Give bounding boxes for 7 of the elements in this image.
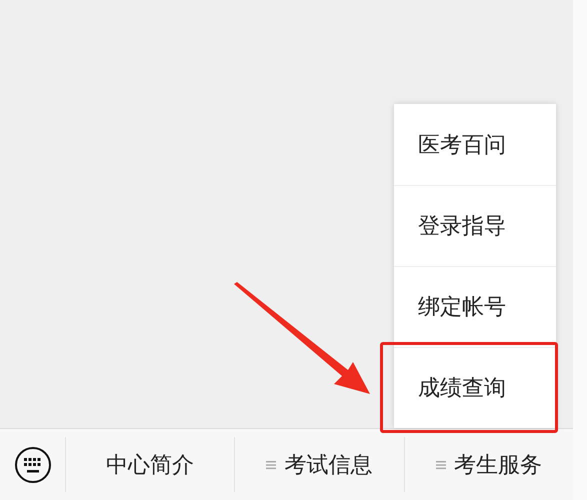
- menu-tab[interactable]: 考生服务: [454, 450, 542, 480]
- menu-item[interactable]: 医考百问: [394, 104, 556, 185]
- keyboard-icon[interactable]: [14, 446, 52, 484]
- menu-tab[interactable]: 考试信息: [284, 450, 372, 480]
- menu-item[interactable]: 登录指导: [394, 185, 556, 266]
- menu-item[interactable]: 绑定帐号: [394, 266, 556, 347]
- menu-tab[interactable]: 中心简介: [106, 450, 194, 480]
